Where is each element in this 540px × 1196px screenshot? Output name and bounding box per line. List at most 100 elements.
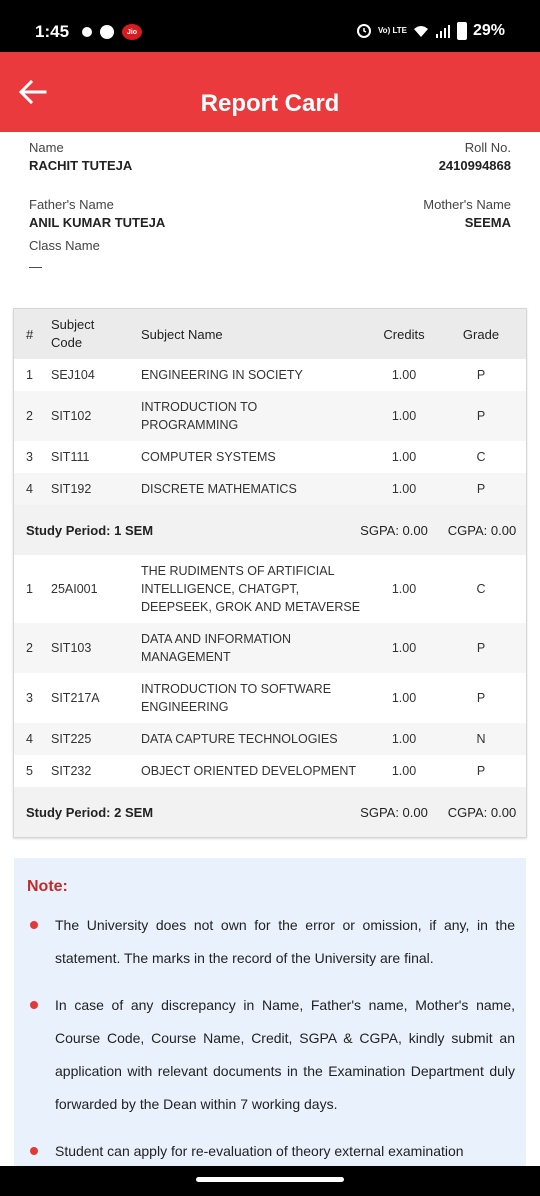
notification-icons: Jio <box>82 24 142 40</box>
grade: P <box>476 641 486 655</box>
subject-name: DISCRETE MATHEMATICS <box>141 482 297 496</box>
credits: 1.00 <box>391 450 417 464</box>
grade: P <box>476 764 486 778</box>
study-period: Study Period: 1 SEM <box>26 522 154 538</box>
volte-label: Vo) LTE <box>377 26 407 35</box>
study-period-summary: Study Period: 1 SEM SGPA: 0.00 CGPA: 0.0… <box>14 505 526 555</box>
father-name-block: Father's Name ANIL KUMAR TUTEJA <box>29 197 165 230</box>
credits: 1.00 <box>391 691 417 705</box>
row-num: 3 <box>26 450 33 464</box>
battery-icon <box>456 22 467 40</box>
alarm-icon <box>356 24 371 38</box>
chat-notification-icon <box>82 27 92 37</box>
col-num-header: # <box>26 326 34 342</box>
results-table: # Subject Code Subject Name Credits Grad… <box>13 308 527 838</box>
study-period: Study Period: 2 SEM <box>26 804 154 820</box>
note-item: Student can apply for re-evaluation of t… <box>55 1143 464 1159</box>
home-gesture-handle[interactable] <box>196 1177 344 1182</box>
whatsapp-notification-icon <box>100 25 114 39</box>
page-title: Report Card <box>200 90 340 117</box>
table-header: # Subject Code Subject Name Credits Grad… <box>14 309 526 359</box>
grade: P <box>476 409 486 423</box>
table-row: 2 SIT103 DATA AND INFORMATION MANAGEMENT… <box>14 623 526 673</box>
roll-label: Roll No. <box>464 140 511 155</box>
cgpa: CGPA: 0.00 <box>447 522 517 538</box>
subject-code: SIT232 <box>51 764 92 778</box>
credits: 1.00 <box>391 641 417 655</box>
class-value: — <box>29 259 42 274</box>
roll-number-block: Roll No. 2410994868 <box>439 140 511 173</box>
father-label: Father's Name <box>29 197 114 212</box>
note-box: Note: The University does not own for th… <box>14 858 526 1168</box>
credits: 1.00 <box>391 482 417 496</box>
sgpa: SGPA: 0.00 <box>360 804 428 820</box>
status-right: Vo) LTE 29% <box>356 22 505 40</box>
grade: P <box>476 368 486 382</box>
subject-name: COMPUTER SYSTEMS <box>141 450 276 464</box>
bullet-icon <box>30 1001 38 1009</box>
col-name-header: Subject Name <box>141 326 223 342</box>
navigation-bar <box>0 1166 540 1196</box>
table-row: 1 SEJ104 ENGINEERING IN SOCIETY 1.00 P <box>14 359 526 391</box>
subject-code: SIT111 <box>51 450 90 464</box>
note-item: In case of any discrepancy in Name, Fath… <box>55 997 515 1112</box>
father-name: ANIL KUMAR TUTEJA <box>29 215 166 230</box>
bullet-icon <box>30 921 38 929</box>
roll-number: 2410994868 <box>438 158 511 173</box>
row-num: 2 <box>26 641 33 655</box>
table-row: 3 SIT217A INTRODUCTION TO SOFTWARE ENGIN… <box>14 673 526 723</box>
subject-name: INTRODUCTION TO SOFTWARE ENGINEERING <box>141 682 332 714</box>
subject-code: SIT103 <box>51 641 92 655</box>
student-name: RACHIT TUTEJA <box>29 158 133 173</box>
subject-code: SIT102 <box>51 409 92 423</box>
class-name-block: Class Name — <box>29 238 100 274</box>
col-credits-header: Credits <box>383 326 425 342</box>
note-item: The University does not own for the erro… <box>55 917 515 966</box>
jio-notification-icon: Jio <box>122 24 142 40</box>
mother-name-block: Mother's Name SEEMA <box>423 197 511 230</box>
subject-code: SIT217A <box>51 691 100 705</box>
row-num: 4 <box>26 732 33 746</box>
subject-name: OBJECT ORIENTED DEVELOPMENT <box>141 764 357 778</box>
bullet-icon <box>30 1147 38 1155</box>
sgpa: SGPA: 0.00 <box>360 522 428 538</box>
subject-name: INTRODUCTION TO PROGRAMMING <box>141 400 258 432</box>
table-row: 2 SIT102 INTRODUCTION TO PROGRAMMING 1.0… <box>14 391 526 441</box>
grade: P <box>476 691 486 705</box>
subject-code: SIT225 <box>51 732 92 746</box>
grade: C <box>476 582 486 596</box>
status-time: 1:45 <box>35 22 70 41</box>
student-name-block: Name RACHIT TUTEJA <box>29 140 132 173</box>
subject-name: DATA CAPTURE TECHNOLOGIES <box>141 732 338 746</box>
row-num: 4 <box>26 482 33 496</box>
name-label: Name <box>29 140 64 155</box>
row-num: 1 <box>26 582 33 596</box>
table-row: 5 SIT232 OBJECT ORIENTED DEVELOPMENT 1.0… <box>14 755 526 787</box>
mother-label: Mother's Name <box>423 197 511 212</box>
col-grade-header: Grade <box>462 326 500 342</box>
signal-icon <box>435 25 450 38</box>
wifi-icon <box>413 26 428 37</box>
subject-code: 25AI001 <box>51 582 98 596</box>
grade: C <box>476 450 486 464</box>
subject-name: DATA AND INFORMATION MANAGEMENT <box>141 632 292 664</box>
note-title: Note: <box>27 878 68 895</box>
row-num: 2 <box>26 409 33 423</box>
mother-name: SEEMA <box>464 215 511 230</box>
table-row: 1 25AI001 THE RUDIMENTS OF ARTIFICIAL IN… <box>14 555 526 623</box>
credits: 1.00 <box>391 582 417 596</box>
table-row: 3 SIT111 COMPUTER SYSTEMS 1.00 C <box>14 441 526 473</box>
cgpa: CGPA: 0.00 <box>447 804 517 820</box>
credits: 1.00 <box>391 764 417 778</box>
subject-name: THE RUDIMENTS OF ARTIFICIAL INTELLIGENCE… <box>141 564 361 614</box>
row-num: 5 <box>26 764 33 778</box>
row-num: 3 <box>26 691 33 705</box>
battery-percent: 29% <box>472 22 505 39</box>
row-num: 1 <box>26 368 33 382</box>
grade: P <box>476 482 486 496</box>
app-bar: Report Card <box>0 52 540 132</box>
subject-code: SEJ104 <box>51 368 95 382</box>
credits: 1.00 <box>391 732 417 746</box>
credits: 1.00 <box>391 368 417 382</box>
col-code-header: Subject Code <box>51 317 95 350</box>
